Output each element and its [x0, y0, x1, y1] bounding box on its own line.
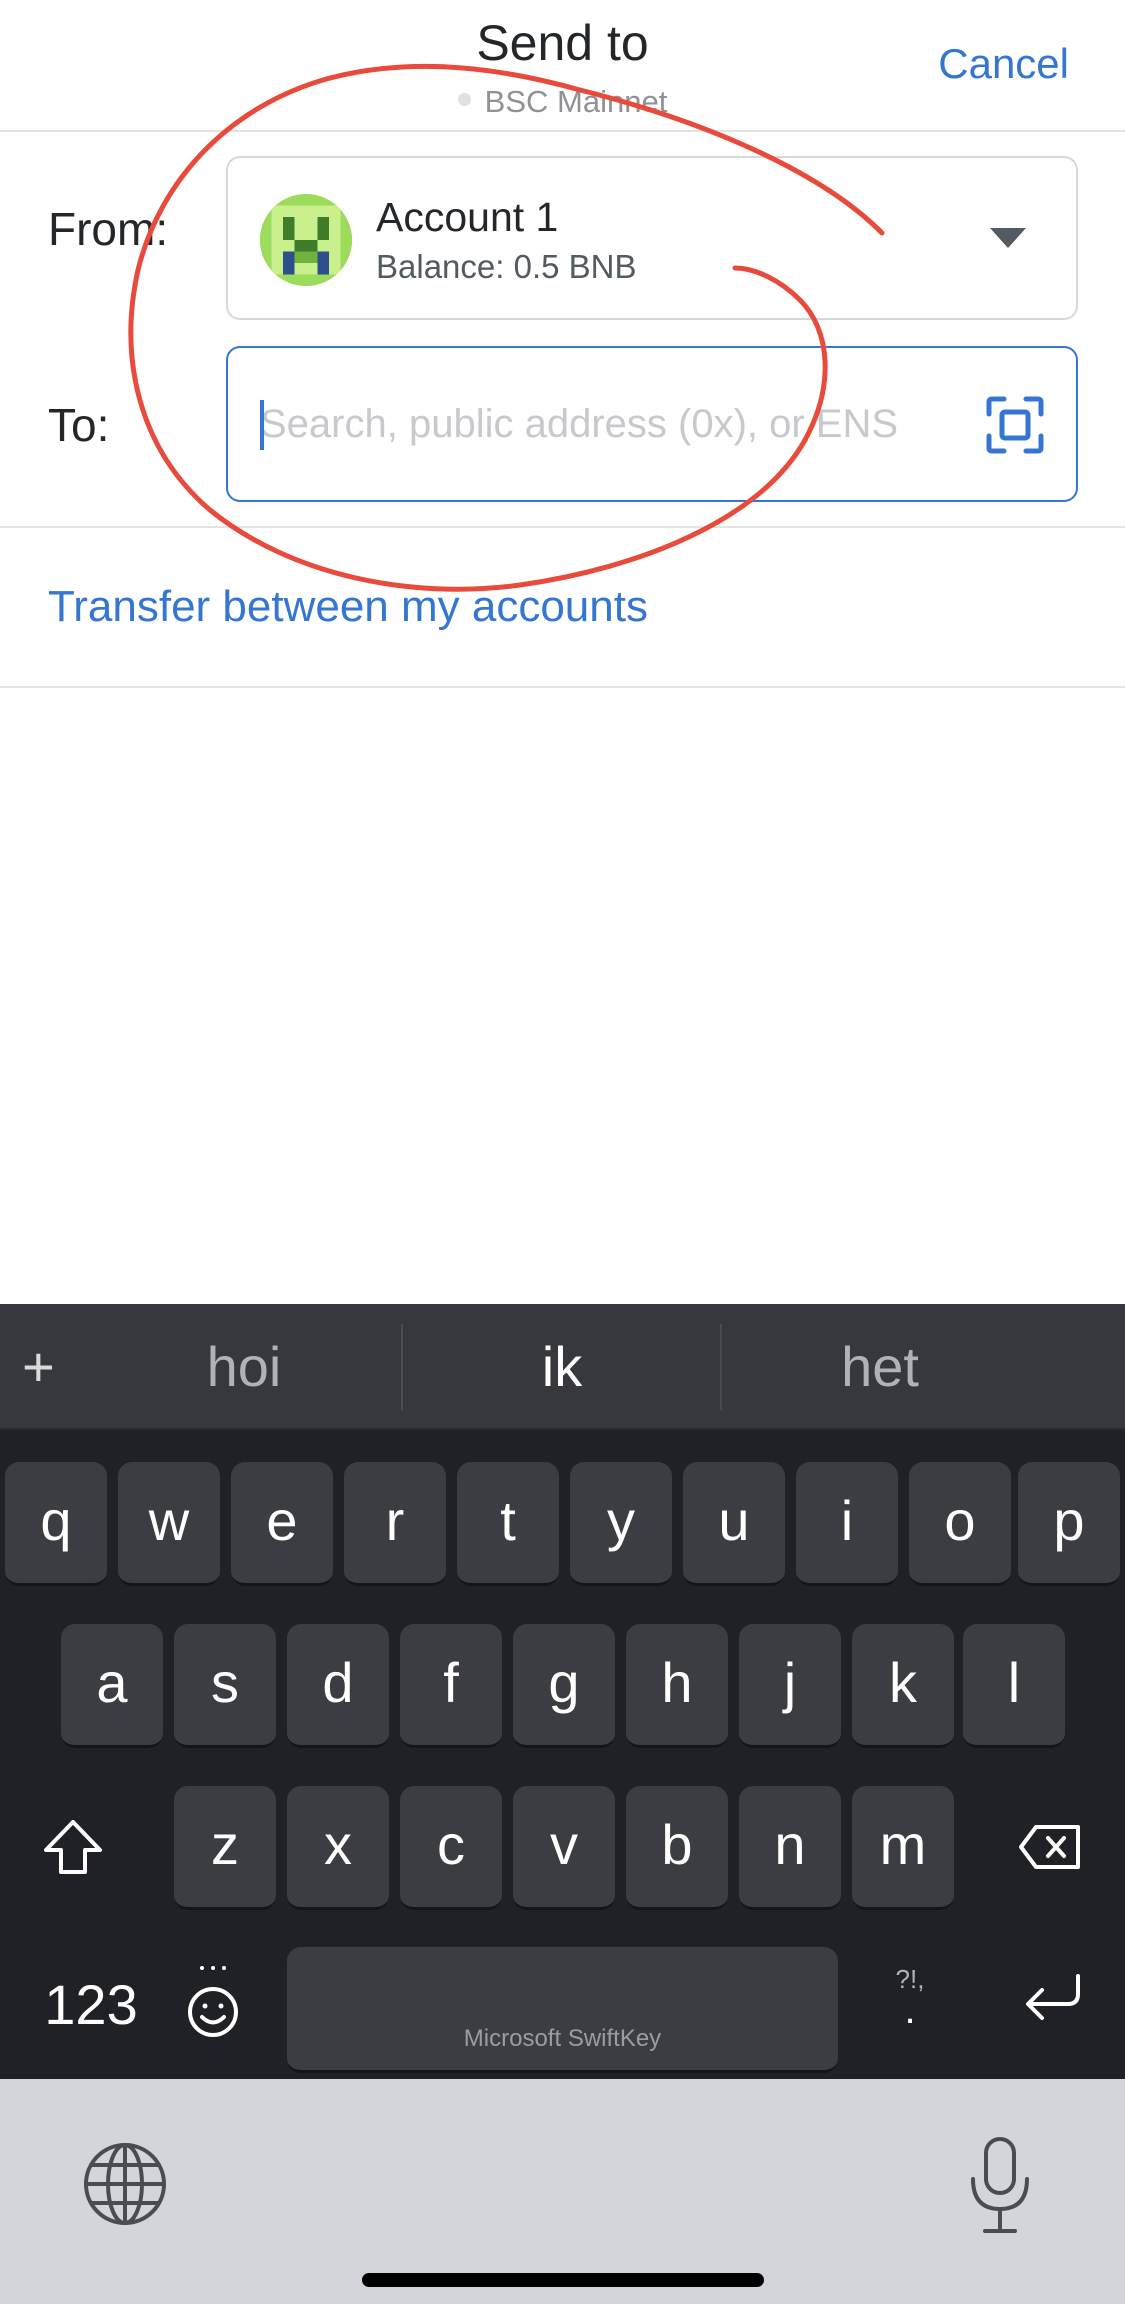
key-j[interactable]: j: [739, 1624, 841, 1748]
account-avatar: [260, 194, 352, 286]
keyboard: + hoi ik het q w e r t y u i o p a s d f…: [0, 1304, 1125, 2079]
key-u[interactable]: u: [683, 1462, 785, 1586]
header: Send to BSC Mainnet Cancel: [0, 0, 1125, 132]
key-f[interactable]: f: [400, 1624, 502, 1748]
microphone-icon[interactable]: [967, 2135, 1033, 2235]
key-i[interactable]: i: [796, 1462, 898, 1586]
suggestion-separator: [720, 1324, 722, 1410]
key-c[interactable]: c: [400, 1786, 502, 1910]
key-h[interactable]: h: [626, 1624, 728, 1748]
key-b[interactable]: b: [626, 1786, 728, 1910]
suggestion-separator: [401, 1324, 403, 1410]
key-y[interactable]: y: [570, 1462, 672, 1586]
space-bar-label: Microsoft SwiftKey: [463, 2025, 662, 2052]
key-p[interactable]: p: [1018, 1462, 1120, 1586]
network-name: BSC Mainnet: [484, 84, 668, 119]
account-balance: Balance: 0.5 BNB: [376, 248, 637, 285]
from-label: From:: [48, 203, 169, 255]
qr-scan-icon[interactable]: [986, 396, 1044, 454]
suggestion-1[interactable]: hoi: [124, 1334, 364, 1399]
key-g[interactable]: g: [513, 1624, 615, 1748]
key-o[interactable]: o: [909, 1462, 1011, 1586]
recipient-field[interactable]: [226, 346, 1078, 502]
key-n[interactable]: n: [739, 1786, 841, 1910]
network-dot-icon: [457, 93, 471, 107]
key-m[interactable]: m: [852, 1786, 954, 1910]
key-k[interactable]: k: [852, 1624, 954, 1748]
divider: [0, 686, 1125, 688]
keyboard-tray: [0, 2079, 1125, 2304]
key-l[interactable]: l: [963, 1624, 1065, 1748]
key-e[interactable]: e: [231, 1462, 333, 1586]
space-bar[interactable]: Microsoft SwiftKey: [287, 1947, 838, 2073]
suggestion-bar: + hoi ik het: [0, 1304, 1125, 1430]
text-cursor: [260, 400, 264, 450]
key-w[interactable]: w: [118, 1462, 220, 1586]
shift-icon[interactable]: [42, 1818, 104, 1876]
key-q[interactable]: q: [5, 1462, 107, 1586]
key-a[interactable]: a: [61, 1624, 163, 1748]
recipient-input[interactable]: [260, 396, 960, 452]
key-x[interactable]: x: [287, 1786, 389, 1910]
suggestion-3[interactable]: het: [760, 1334, 1000, 1399]
key-v[interactable]: v: [513, 1786, 615, 1910]
home-indicator[interactable]: [362, 2273, 764, 2287]
toolbar-plus-button[interactable]: +: [22, 1334, 55, 1399]
key-d[interactable]: d: [287, 1624, 389, 1748]
key-s[interactable]: s: [174, 1624, 276, 1748]
chevron-down-icon[interactable]: [990, 228, 1026, 248]
divider: [0, 526, 1125, 528]
cancel-button[interactable]: Cancel: [938, 40, 1069, 88]
to-label: To:: [48, 399, 110, 451]
key-z[interactable]: z: [174, 1786, 276, 1910]
return-icon[interactable]: [1024, 1972, 1082, 2024]
key-r[interactable]: r: [344, 1462, 446, 1586]
network-indicator: BSC Mainnet: [0, 84, 1125, 120]
transfer-between-accounts-link[interactable]: Transfer between my accounts: [48, 582, 648, 632]
account-name: Account 1: [376, 194, 559, 240]
suggestion-2[interactable]: ik: [442, 1334, 682, 1399]
key-t[interactable]: t: [457, 1462, 559, 1586]
punctuation-key-bottom[interactable]: .: [880, 1988, 940, 2033]
globe-icon[interactable]: [82, 2141, 168, 2227]
account-selector[interactable]: Account 1 Balance: 0.5 BNB: [226, 156, 1078, 320]
numbers-key[interactable]: 123: [36, 1972, 146, 2037]
backspace-icon[interactable]: [1018, 1824, 1082, 1870]
emoji-icon[interactable]: [184, 1962, 242, 2042]
